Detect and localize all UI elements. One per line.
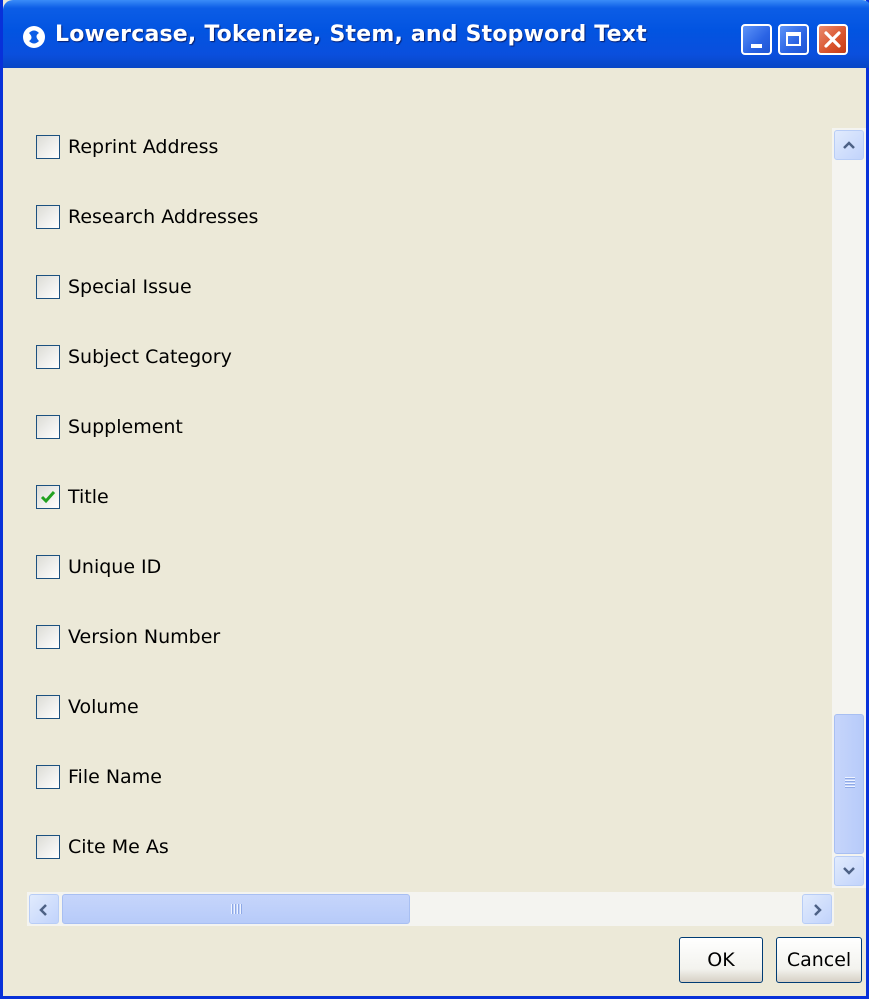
field-option-label: Reprint Address bbox=[68, 136, 219, 158]
chevron-up-icon bbox=[843, 141, 855, 149]
vertical-scrollbar[interactable] bbox=[832, 128, 866, 888]
checkbox[interactable] bbox=[36, 205, 60, 229]
field-option[interactable]: Version Number bbox=[6, 625, 706, 655]
checkmark-icon bbox=[40, 491, 56, 504]
grip-icon bbox=[231, 904, 243, 914]
checkbox[interactable] bbox=[36, 415, 60, 439]
checkbox[interactable] bbox=[36, 625, 60, 649]
field-option[interactable]: Volume bbox=[6, 695, 706, 725]
field-option-label: Unique ID bbox=[68, 556, 162, 578]
checkbox[interactable] bbox=[36, 275, 60, 299]
field-option-label: File Name bbox=[68, 766, 162, 788]
checkbox[interactable] bbox=[36, 135, 60, 159]
field-option[interactable]: Special Issue bbox=[6, 275, 706, 305]
field-option[interactable]: File Name bbox=[6, 765, 706, 795]
minimize-button[interactable] bbox=[741, 24, 772, 55]
chevron-right-icon bbox=[814, 904, 822, 916]
field-option[interactable]: Cite Me As bbox=[6, 835, 706, 865]
maximize-button[interactable] bbox=[778, 24, 809, 55]
field-option-label: Research Addresses bbox=[68, 206, 259, 228]
field-option[interactable]: Unique ID bbox=[6, 555, 706, 585]
close-button[interactable] bbox=[817, 24, 848, 55]
close-icon bbox=[824, 31, 841, 48]
checkbox[interactable] bbox=[36, 835, 60, 859]
title-bar[interactable]: Lowercase, Tokenize, Stem, and Stopword … bbox=[3, 0, 869, 68]
scroll-left-button[interactable] bbox=[29, 894, 59, 924]
vertical-scroll-thumb[interactable] bbox=[834, 714, 864, 854]
checkbox[interactable] bbox=[36, 765, 60, 789]
field-option-label: Subject Category bbox=[68, 346, 232, 368]
scroll-right-button[interactable] bbox=[802, 894, 832, 924]
field-option-label: Title bbox=[68, 486, 109, 508]
cancel-button[interactable]: Cancel bbox=[776, 937, 862, 983]
scroll-down-button[interactable] bbox=[834, 856, 864, 886]
chevron-left-icon bbox=[39, 904, 47, 916]
minimize-icon bbox=[751, 44, 762, 48]
field-option-label: Volume bbox=[68, 696, 139, 718]
field-option[interactable]: Research Addresses bbox=[6, 205, 706, 235]
field-option[interactable]: Supplement bbox=[6, 415, 706, 445]
scroll-up-button[interactable] bbox=[834, 130, 864, 160]
checkbox[interactable] bbox=[36, 695, 60, 719]
field-option[interactable]: Reprint Address bbox=[6, 135, 706, 165]
app-icon bbox=[23, 26, 45, 48]
maximize-icon bbox=[786, 32, 801, 46]
field-option-label: Supplement bbox=[68, 416, 183, 438]
grip-icon bbox=[845, 777, 855, 789]
checkbox[interactable] bbox=[36, 485, 60, 509]
checkbox[interactable] bbox=[36, 555, 60, 579]
checkbox[interactable] bbox=[36, 345, 60, 369]
field-option[interactable]: Title bbox=[6, 485, 706, 515]
field-list: Reprint Address Research Addresses Special… bbox=[6, 68, 835, 890]
ok-button[interactable]: OK bbox=[679, 937, 763, 983]
horizontal-scrollbar[interactable] bbox=[27, 892, 834, 926]
window-title: Lowercase, Tokenize, Stem, and Stopword … bbox=[55, 22, 647, 47]
dialog-window: Lowercase, Tokenize, Stem, and Stopword … bbox=[0, 0, 869, 999]
chevron-down-icon bbox=[843, 867, 855, 875]
field-option[interactable]: Subject Category bbox=[6, 345, 706, 375]
field-option-label: Cite Me As bbox=[68, 836, 169, 858]
field-option-label: Special Issue bbox=[68, 276, 192, 298]
field-option-label: Version Number bbox=[68, 626, 221, 648]
horizontal-scroll-thumb[interactable] bbox=[62, 894, 410, 924]
